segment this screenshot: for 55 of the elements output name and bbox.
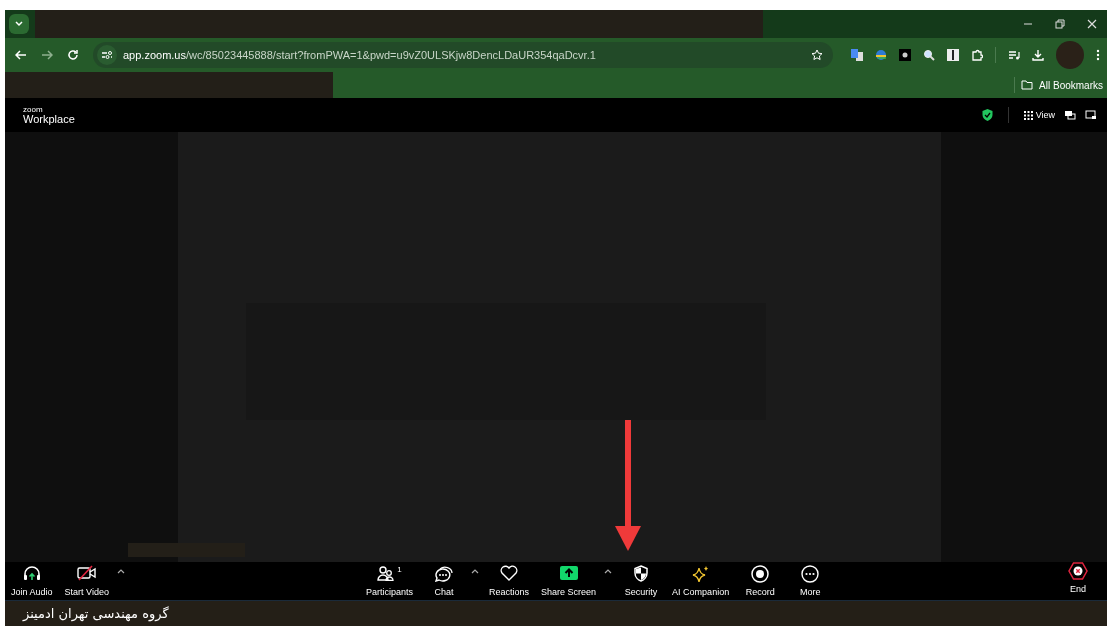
caret-icon[interactable] bbox=[604, 568, 613, 574]
reload-icon[interactable] bbox=[67, 49, 79, 61]
audio-button[interactable]: Join Audio bbox=[5, 562, 59, 600]
menu-icon[interactable] bbox=[1096, 49, 1100, 61]
security-button[interactable]: Security bbox=[616, 562, 667, 600]
bookmarks-link[interactable]: All Bookmarks bbox=[1039, 79, 1103, 91]
share-button[interactable]: Share Screen bbox=[535, 562, 603, 600]
chat-button[interactable]: Chat bbox=[419, 562, 470, 600]
record-icon bbox=[751, 565, 770, 583]
shield-icon bbox=[633, 565, 650, 582]
site-settings-icon[interactable] bbox=[97, 45, 117, 65]
extension-icon[interactable] bbox=[947, 49, 959, 61]
headphones-icon bbox=[22, 565, 41, 581]
translate-icon[interactable] bbox=[851, 49, 863, 61]
search-icon[interactable] bbox=[923, 49, 935, 61]
chat-icon bbox=[435, 565, 454, 582]
address-bar[interactable]: app.zoom.us/wc/85023445888/start?fromPWA=1&pwd=u9vZ0ULSKjw8DencLDaUR354qaDcvr.1 bbox=[93, 42, 833, 68]
caret-icon[interactable] bbox=[116, 568, 125, 574]
record-button[interactable]: Record bbox=[735, 562, 786, 600]
puzzle-icon[interactable] bbox=[971, 49, 983, 61]
download-icon[interactable] bbox=[1032, 49, 1044, 61]
chevron-down-icon bbox=[15, 21, 23, 27]
close-icon[interactable] bbox=[1087, 19, 1097, 29]
more-button[interactable]: More bbox=[785, 562, 836, 600]
restore-icon[interactable] bbox=[1055, 19, 1065, 29]
picture-in-picture-icon[interactable] bbox=[1064, 110, 1076, 120]
more-icon bbox=[801, 565, 820, 583]
grid-icon bbox=[1023, 110, 1033, 120]
url-text: app.zoom.us/wc/85023445888/start?fromPWA=1&pwd=u9vZ0ULSKjw8DencLDaUR354qaDcvr.1 bbox=[123, 49, 596, 61]
participants-button[interactable]: 1 Participants bbox=[360, 562, 420, 600]
people-icon bbox=[377, 565, 396, 581]
participant-count: 1 bbox=[397, 565, 402, 574]
share-screen-icon bbox=[559, 565, 578, 581]
globe-download-icon[interactable] bbox=[875, 49, 887, 61]
tab-search-button[interactable] bbox=[9, 14, 29, 34]
view-button[interactable]: View bbox=[1023, 110, 1055, 120]
sparkle-icon bbox=[691, 565, 710, 583]
folder-icon bbox=[1021, 80, 1034, 90]
video-off-icon bbox=[76, 565, 97, 581]
zoom-logo: zoom Workplace bbox=[23, 105, 75, 125]
star-icon[interactable] bbox=[811, 49, 823, 61]
extension-icon[interactable] bbox=[899, 49, 911, 61]
end-button[interactable]: End bbox=[1053, 562, 1103, 594]
ai-button[interactable]: AI Companion bbox=[666, 562, 736, 600]
back-icon[interactable] bbox=[15, 49, 27, 61]
reactions-button[interactable]: Reactions bbox=[483, 562, 536, 600]
end-icon bbox=[1068, 562, 1088, 580]
minimize-window-icon[interactable] bbox=[1085, 110, 1097, 120]
heart-icon bbox=[500, 565, 519, 581]
shield-check-icon[interactable] bbox=[981, 109, 993, 121]
caret-icon[interactable] bbox=[471, 568, 480, 574]
media-icon[interactable] bbox=[1008, 49, 1020, 61]
meeting-name: گروه مهندسی تهران ادمینز bbox=[23, 606, 169, 621]
video-button[interactable]: Start Video bbox=[58, 562, 115, 600]
forward-icon[interactable] bbox=[41, 49, 53, 61]
